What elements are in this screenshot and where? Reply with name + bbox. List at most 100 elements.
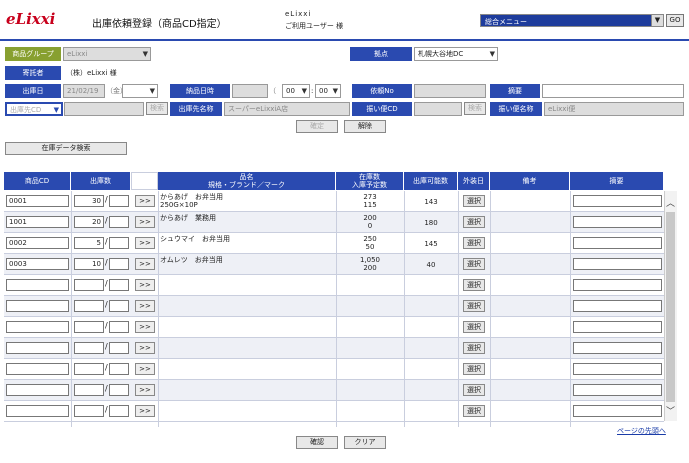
select-button[interactable]: 選択 [463, 195, 485, 207]
summary-row-input[interactable] [573, 405, 662, 417]
ship-to-code-input[interactable] [64, 102, 144, 116]
expand-button[interactable]: >> [135, 300, 155, 312]
summary-row-input[interactable] [573, 195, 662, 207]
quantity-input[interactable] [74, 384, 104, 396]
incoming-qty: 115 [363, 201, 377, 209]
column-header-code: 商品CD [4, 172, 71, 190]
quantity-sub-input[interactable] [109, 300, 129, 312]
expand-button[interactable]: >> [135, 363, 155, 375]
column-divider [570, 191, 571, 427]
quantity-sub-input[interactable] [109, 258, 129, 270]
quantity-sub-input[interactable] [109, 279, 129, 291]
expand-button[interactable]: >> [135, 405, 155, 417]
product-code-input[interactable] [6, 405, 69, 417]
quantity-input[interactable]: 20 [74, 216, 104, 228]
quantity-sub-input[interactable] [109, 405, 129, 417]
select-button[interactable]: 選択 [463, 237, 485, 249]
quantity-input[interactable] [74, 342, 104, 354]
select-button[interactable]: 選択 [463, 363, 485, 375]
ship-date-input[interactable]: 21/02/19 [63, 84, 105, 98]
quantity-input[interactable] [74, 279, 104, 291]
ship-to-search-button[interactable]: 検索 [146, 102, 168, 115]
clear-button[interactable]: クリア [344, 436, 386, 449]
product-code-input[interactable]: 0001 [6, 195, 69, 207]
quantity-input[interactable]: 10 [74, 258, 104, 270]
product-code-input[interactable]: 1001 [6, 216, 69, 228]
quantity-sub-input[interactable] [109, 195, 129, 207]
select-button[interactable]: 選択 [463, 258, 485, 270]
hour-select[interactable]: 00 ▼ [282, 84, 310, 98]
quantity-sub-input[interactable] [109, 342, 129, 354]
fix-button[interactable]: 確定 [296, 120, 338, 133]
expand-button[interactable]: >> [135, 216, 155, 228]
ship-to-name-input[interactable]: スーパーeLixxiA店 [224, 102, 350, 116]
select-button[interactable]: 選択 [463, 279, 485, 291]
select-button[interactable]: 選択 [463, 321, 485, 333]
select-button[interactable]: 選択 [463, 384, 485, 396]
scrollbar-thumb[interactable] [666, 212, 675, 402]
expand-button[interactable]: >> [135, 321, 155, 333]
base-select[interactable]: 札幌大谷地DC ▼ [414, 47, 498, 61]
quantity-input[interactable]: 5 [74, 237, 104, 249]
quantity-separator: / [105, 384, 108, 393]
product-code-input[interactable]: 0003 [6, 258, 69, 270]
summary-row-input[interactable] [573, 300, 662, 312]
request-no-input[interactable] [414, 84, 486, 98]
quantity-sub-input[interactable] [109, 216, 129, 228]
quantity-input[interactable] [74, 405, 104, 417]
quantity-input[interactable] [74, 363, 104, 375]
expand-button[interactable]: >> [135, 258, 155, 270]
expand-button[interactable]: >> [135, 237, 155, 249]
summary-row-input[interactable] [573, 258, 662, 270]
product-code-input[interactable] [6, 321, 69, 333]
minute-select[interactable]: 00 ▼ [315, 84, 341, 98]
remit-name-input[interactable]: eLixxi便 [544, 102, 684, 116]
quantity-sub-input[interactable] [109, 384, 129, 396]
quantity-input[interactable]: 30 [74, 195, 104, 207]
select-button[interactable]: 選択 [463, 300, 485, 312]
summary-row-input[interactable] [573, 216, 662, 228]
select-button[interactable]: 選択 [463, 216, 485, 228]
product-code-input[interactable] [6, 384, 69, 396]
ship-date-select[interactable]: ▼ [122, 84, 158, 98]
go-button[interactable]: GO [666, 14, 684, 27]
column-divider [71, 191, 72, 427]
expand-button[interactable]: >> [135, 279, 155, 291]
main-menu-select[interactable]: 総合メニュー ▼ [480, 14, 664, 27]
expand-button[interactable]: >> [135, 384, 155, 396]
ship-to-code-select[interactable]: 出庫先CD ▼ [5, 102, 63, 116]
release-button[interactable]: 解除 [344, 120, 386, 133]
product-code-input[interactable] [6, 363, 69, 375]
summary-row-input[interactable] [573, 384, 662, 396]
request-no-label: 依頼No [352, 84, 412, 98]
quantity-input[interactable] [74, 300, 104, 312]
summary-row-input[interactable] [573, 321, 662, 333]
time-colon: : [311, 87, 314, 95]
select-button[interactable]: 選択 [463, 405, 485, 417]
remit-cd-input[interactable] [414, 102, 462, 116]
delivery-date-input[interactable] [232, 84, 268, 98]
scroll-down-icon[interactable]: ﹀ [666, 404, 675, 417]
expand-button[interactable]: >> [135, 342, 155, 354]
summary-row-input[interactable] [573, 363, 662, 375]
quantity-sub-input[interactable] [109, 237, 129, 249]
summary-row-input[interactable] [573, 342, 662, 354]
check-button[interactable]: 確認 [296, 436, 338, 449]
page-top-link[interactable]: ページの先頭へ [617, 426, 666, 436]
summary-row-input[interactable] [573, 279, 662, 291]
summary-row-input[interactable] [573, 237, 662, 249]
summary-input[interactable] [542, 84, 684, 98]
quantity-input[interactable] [74, 321, 104, 333]
expand-button[interactable]: >> [135, 195, 155, 207]
quantity-sub-input[interactable] [109, 321, 129, 333]
select-button[interactable]: 選択 [463, 342, 485, 354]
product-group-select[interactable]: eLixxi ▼ [63, 47, 151, 61]
product-code-input[interactable] [6, 300, 69, 312]
product-code-input[interactable] [6, 279, 69, 291]
product-code-input[interactable]: 0002 [6, 237, 69, 249]
product-code-input[interactable] [6, 342, 69, 354]
remit-search-button[interactable]: 検索 [464, 102, 486, 115]
stock-search-button[interactable]: 在庫データ検索 [5, 142, 127, 155]
quantity-sub-input[interactable] [109, 363, 129, 375]
scroll-up-icon[interactable]: ︿ [666, 196, 675, 209]
